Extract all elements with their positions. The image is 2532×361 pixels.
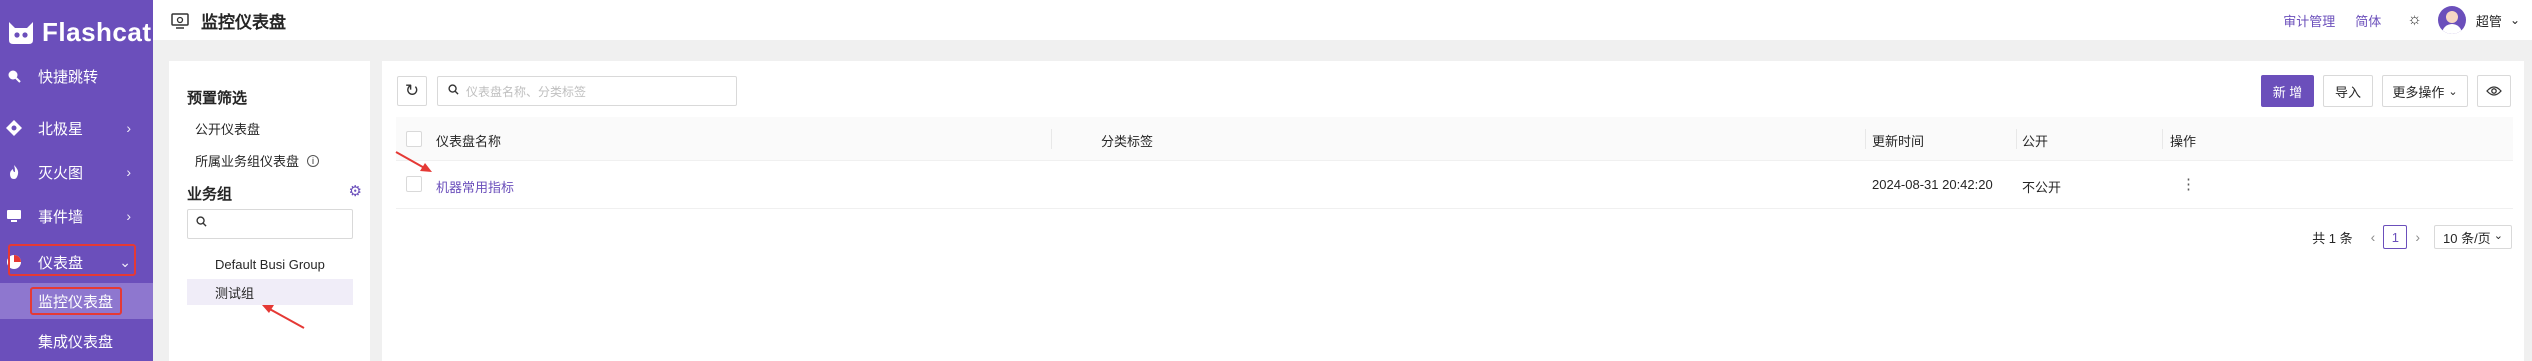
audit-link[interactable]: 审计管理 (2283, 11, 2335, 30)
sidebar-item-label: 快捷跳转 (38, 68, 99, 86)
business-group-title: 业务组 (187, 186, 233, 203)
sidebar-item-event-wall[interactable]: 事件墙 › (0, 196, 153, 236)
sidebar: Flashcat 快捷跳转 北极星 › 灭火图 › 事件墙 › 仪表盘 ⌄ 监控… (0, 0, 153, 361)
preset-filter-title: 预置筛选 (187, 90, 248, 107)
annotation-highlight-box (8, 244, 136, 276)
column-divider (2016, 129, 2017, 149)
logo[interactable]: Flashcat (6, 12, 152, 52)
chevron-right-icon: › (126, 120, 131, 136)
prev-page-icon[interactable]: ‹ (2371, 229, 2376, 245)
sidebar-subitem-monitor-dashboard[interactable]: 监控仪表盘 (0, 283, 153, 319)
column-divider (1865, 129, 1866, 149)
dashboard-search-input[interactable] (466, 82, 726, 102)
page-size-select[interactable]: 10 条/页 ⌄ (2434, 225, 2512, 249)
column-header-public: 公开 (2022, 134, 2049, 149)
table-header: 仪表盘名称 分类标签 更新时间 公开 操作 (396, 117, 2513, 161)
group-item-test[interactable]: 测试组 (187, 279, 353, 305)
top-right-actions: 审计管理 简体 ☼ 超管 ⌄ (2263, 6, 2520, 34)
info-icon: i (307, 154, 320, 167)
flashcat-logo-icon (9, 22, 33, 44)
filter-item-label: 所属业务组仪表盘 (195, 154, 300, 169)
user-name[interactable]: 超管 (2476, 11, 2502, 30)
column-divider (2162, 129, 2163, 149)
row-checkbox[interactable] (406, 176, 422, 192)
business-group-search[interactable] (187, 209, 353, 239)
new-button[interactable]: 新 增 (2261, 75, 2314, 107)
table-row: 机器常用指标 2024-08-31 20:42:20 不公开 ⋮ (396, 161, 2513, 209)
annotation-highlight-box (30, 287, 122, 315)
sidebar-item-quick-jump[interactable]: 快捷跳转 (0, 56, 153, 96)
column-header-updated: 更新时间 (1872, 134, 1925, 149)
group-item-default[interactable]: Default Busi Group (187, 251, 353, 277)
gear-icon[interactable]: ⚙ (349, 182, 362, 200)
sidebar-item-fire-map[interactable]: 灭火图 › (0, 152, 153, 192)
top-bar: 监控仪表盘 审计管理 简体 ☼ 超管 ⌄ (153, 0, 2532, 40)
chevron-right-icon: › (126, 208, 131, 224)
eye-icon (2486, 86, 2502, 96)
chevron-down-icon: ⌄ (119, 253, 131, 270)
column-header-actions: 操作 (2170, 134, 2197, 149)
theme-toggle-icon[interactable]: ☼ (2407, 11, 2422, 29)
select-all-checkbox[interactable] (406, 131, 422, 147)
main-panel: ↻ 新 增 导入 更多操作 ⌄ 仪表盘名称 分类标签 更新时间 公开 操 (382, 61, 2524, 361)
next-page-icon[interactable]: › (2415, 229, 2420, 245)
column-divider (1051, 129, 1052, 149)
sidebar-subitem-label: 集成仪表盘 (38, 333, 114, 351)
filter-public-dashboards[interactable]: 公开仪表盘 (195, 119, 260, 138)
more-actions-label: 更多操作 (2392, 84, 2445, 100)
fire-icon (6, 164, 22, 180)
more-actions-button[interactable]: 更多操作 ⌄ (2382, 75, 2468, 107)
language-switch[interactable]: 简体 (2355, 11, 2381, 30)
column-header-tags: 分类标签 (1101, 134, 1154, 149)
sidebar-item-label: 事件墙 (38, 208, 84, 226)
refresh-icon: ↻ (404, 81, 420, 100)
sidebar-item-label: 灭火图 (38, 164, 84, 182)
page-number-current[interactable]: 1 (2383, 225, 2408, 249)
brand-name: Flashcat (42, 16, 152, 47)
column-visibility-button[interactable] (2477, 75, 2511, 107)
dashboard-name-link[interactable]: 机器常用指标 (436, 177, 514, 196)
dashboard-search-box[interactable] (437, 76, 737, 106)
refresh-button[interactable]: ↻ (397, 76, 427, 106)
more-vertical-icon[interactable]: ⋮ (2181, 175, 2196, 193)
search-icon (196, 216, 207, 230)
filter-panel: 预置筛选 公开仪表盘 所属业务组仪表盘 i 业务组 ⚙ Default Busi… (169, 61, 370, 361)
pagination-total: 共 1 条 (2312, 230, 2353, 246)
search-icon (6, 68, 22, 84)
monitor-icon (6, 208, 22, 224)
avatar[interactable] (2437, 6, 2466, 34)
dashboard-title-icon (171, 12, 189, 29)
pagination: 共 1 条 ‹ 1 › 10 条/页 ⌄ (2312, 225, 2512, 249)
page-size-value: 10 条/页 (2443, 230, 2491, 246)
column-header-name: 仪表盘名称 (436, 134, 502, 149)
import-button[interactable]: 导入 (2323, 75, 2373, 107)
filter-business-group-dashboards[interactable]: 所属业务组仪表盘 i (195, 151, 320, 170)
chevron-down-icon[interactable]: ⌄ (2510, 13, 2520, 27)
app-root: Flashcat 快捷跳转 北极星 › 灭火图 › 事件墙 › 仪表盘 ⌄ 监控… (0, 0, 2532, 361)
page-title-text: 监控仪表盘 (201, 13, 286, 32)
chevron-down-icon: ⌄ (2448, 85, 2458, 98)
star-icon (6, 120, 22, 136)
sidebar-item-label: 北极星 (38, 120, 84, 138)
chevron-right-icon: › (126, 164, 131, 180)
sidebar-item-north-star[interactable]: 北极星 › (0, 108, 153, 148)
sidebar-item-dashboard[interactable]: 仪表盘 ⌄ (0, 242, 153, 282)
dashboard-updated-time: 2024-08-31 20:42:20 (1872, 177, 1993, 192)
sidebar-subitem-integrated-dashboard[interactable]: 集成仪表盘 (0, 323, 153, 359)
dashboard-public-status: 不公开 (2022, 180, 2062, 195)
chevron-down-icon: ⌄ (2493, 230, 2503, 242)
search-icon (448, 84, 459, 98)
page-title: 监控仪表盘 (171, 8, 286, 33)
